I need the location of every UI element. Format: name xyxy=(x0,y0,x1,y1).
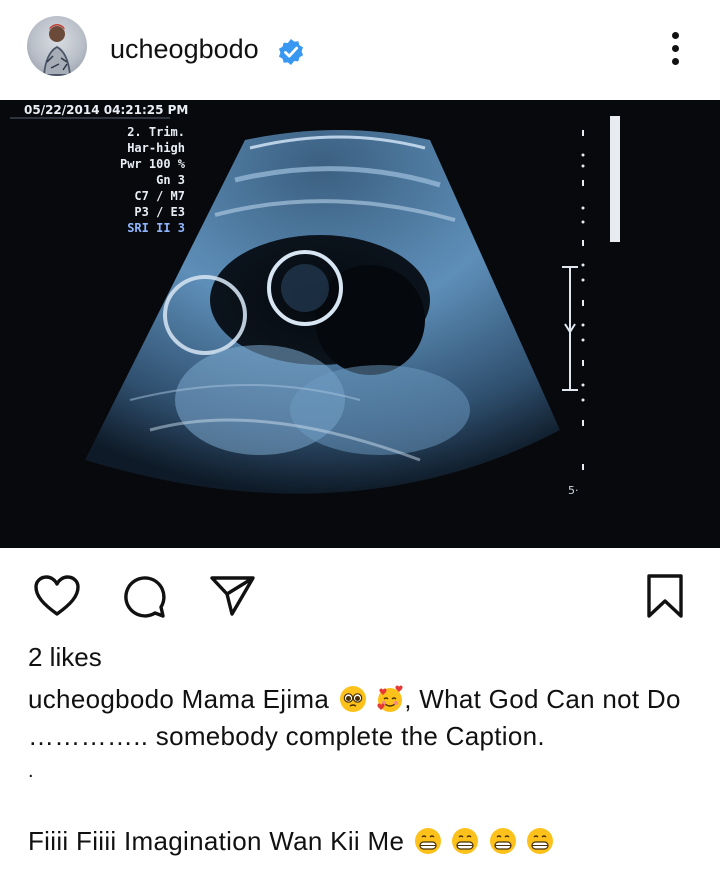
grinning-face-icon xyxy=(489,828,516,854)
post-header: ucheogbodo xyxy=(0,0,720,100)
scan-param: 2. Trim. xyxy=(127,125,185,139)
bookmark-icon[interactable] xyxy=(645,573,685,619)
comment-icon[interactable] xyxy=(120,574,168,620)
scan-timestamp: 05/22/2014 04:21:25 PM xyxy=(24,103,189,117)
avatar[interactable] xyxy=(27,16,87,76)
send-icon[interactable] xyxy=(208,574,256,618)
ultrasound-scan xyxy=(0,100,720,548)
grinning-face-icon xyxy=(527,828,554,854)
action-bar xyxy=(0,560,720,630)
post-username[interactable]: ucheogbodo xyxy=(110,34,259,65)
pleading-face-icon xyxy=(339,686,366,712)
caption-separator: . xyxy=(28,760,34,782)
scan-param: Har-high xyxy=(127,141,185,155)
scan-param: C7 / M7 xyxy=(134,189,185,203)
scan-param: Pwr 100 % xyxy=(119,157,185,171)
smiling-face-with-hearts-icon xyxy=(377,685,403,712)
likes-count[interactable]: 2 likes xyxy=(28,642,102,673)
caption-text: Mama Ejima xyxy=(181,684,330,714)
scan-param-sri: SRI II 3 xyxy=(127,221,185,235)
verified-badge-icon xyxy=(279,39,303,65)
scan-param: P3 / E3 xyxy=(134,205,185,219)
more-options-icon[interactable] xyxy=(664,28,688,68)
grinning-face-icon xyxy=(414,828,441,854)
heart-icon[interactable] xyxy=(33,574,81,618)
post-caption: ucheogbodo Mama Ejima , What God Can not… xyxy=(28,681,688,755)
caption-text: Fiiii Fiiii Imagination Wan Kii Me xyxy=(28,826,405,856)
grinning-face-icon xyxy=(452,828,479,854)
scan-parameters: 2. Trim. Har-high Pwr 100 % Gn 3 C7 / M7… xyxy=(120,124,185,236)
caption-username[interactable]: ucheogbodo xyxy=(28,684,174,714)
scan-scale-label: 5· xyxy=(568,484,579,497)
post-image[interactable]: 05/22/2014 04:21:25 PM 2. Trim. Har-high… xyxy=(0,100,720,548)
scan-param: Gn 3 xyxy=(156,173,185,187)
caption-line-2: Fiiii Fiiii Imagination Wan Kii Me xyxy=(28,826,554,857)
